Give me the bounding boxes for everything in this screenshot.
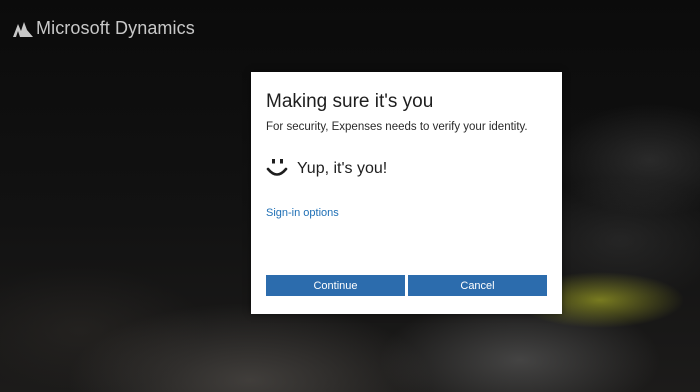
sign-in-options-link[interactable]: Sign-in options xyxy=(266,207,339,219)
dynamics-logo-icon xyxy=(13,21,33,37)
verification-status: Yup, it's you! xyxy=(265,156,387,182)
dialog-title: Making sure it's you xyxy=(266,91,434,112)
brand-header: Microsoft Dynamics xyxy=(12,18,195,39)
dialog-subtitle: For security, Expenses needs to verify y… xyxy=(266,121,528,133)
continue-button[interactable]: Continue xyxy=(266,275,405,296)
cancel-button[interactable]: Cancel xyxy=(408,275,547,296)
product-name: Microsoft Dynamics xyxy=(36,18,195,38)
identity-verification-dialog: Making sure it's you For security, Expen… xyxy=(251,72,562,314)
smiley-icon xyxy=(266,159,288,176)
status-text: Yup, it's you! xyxy=(297,160,388,177)
